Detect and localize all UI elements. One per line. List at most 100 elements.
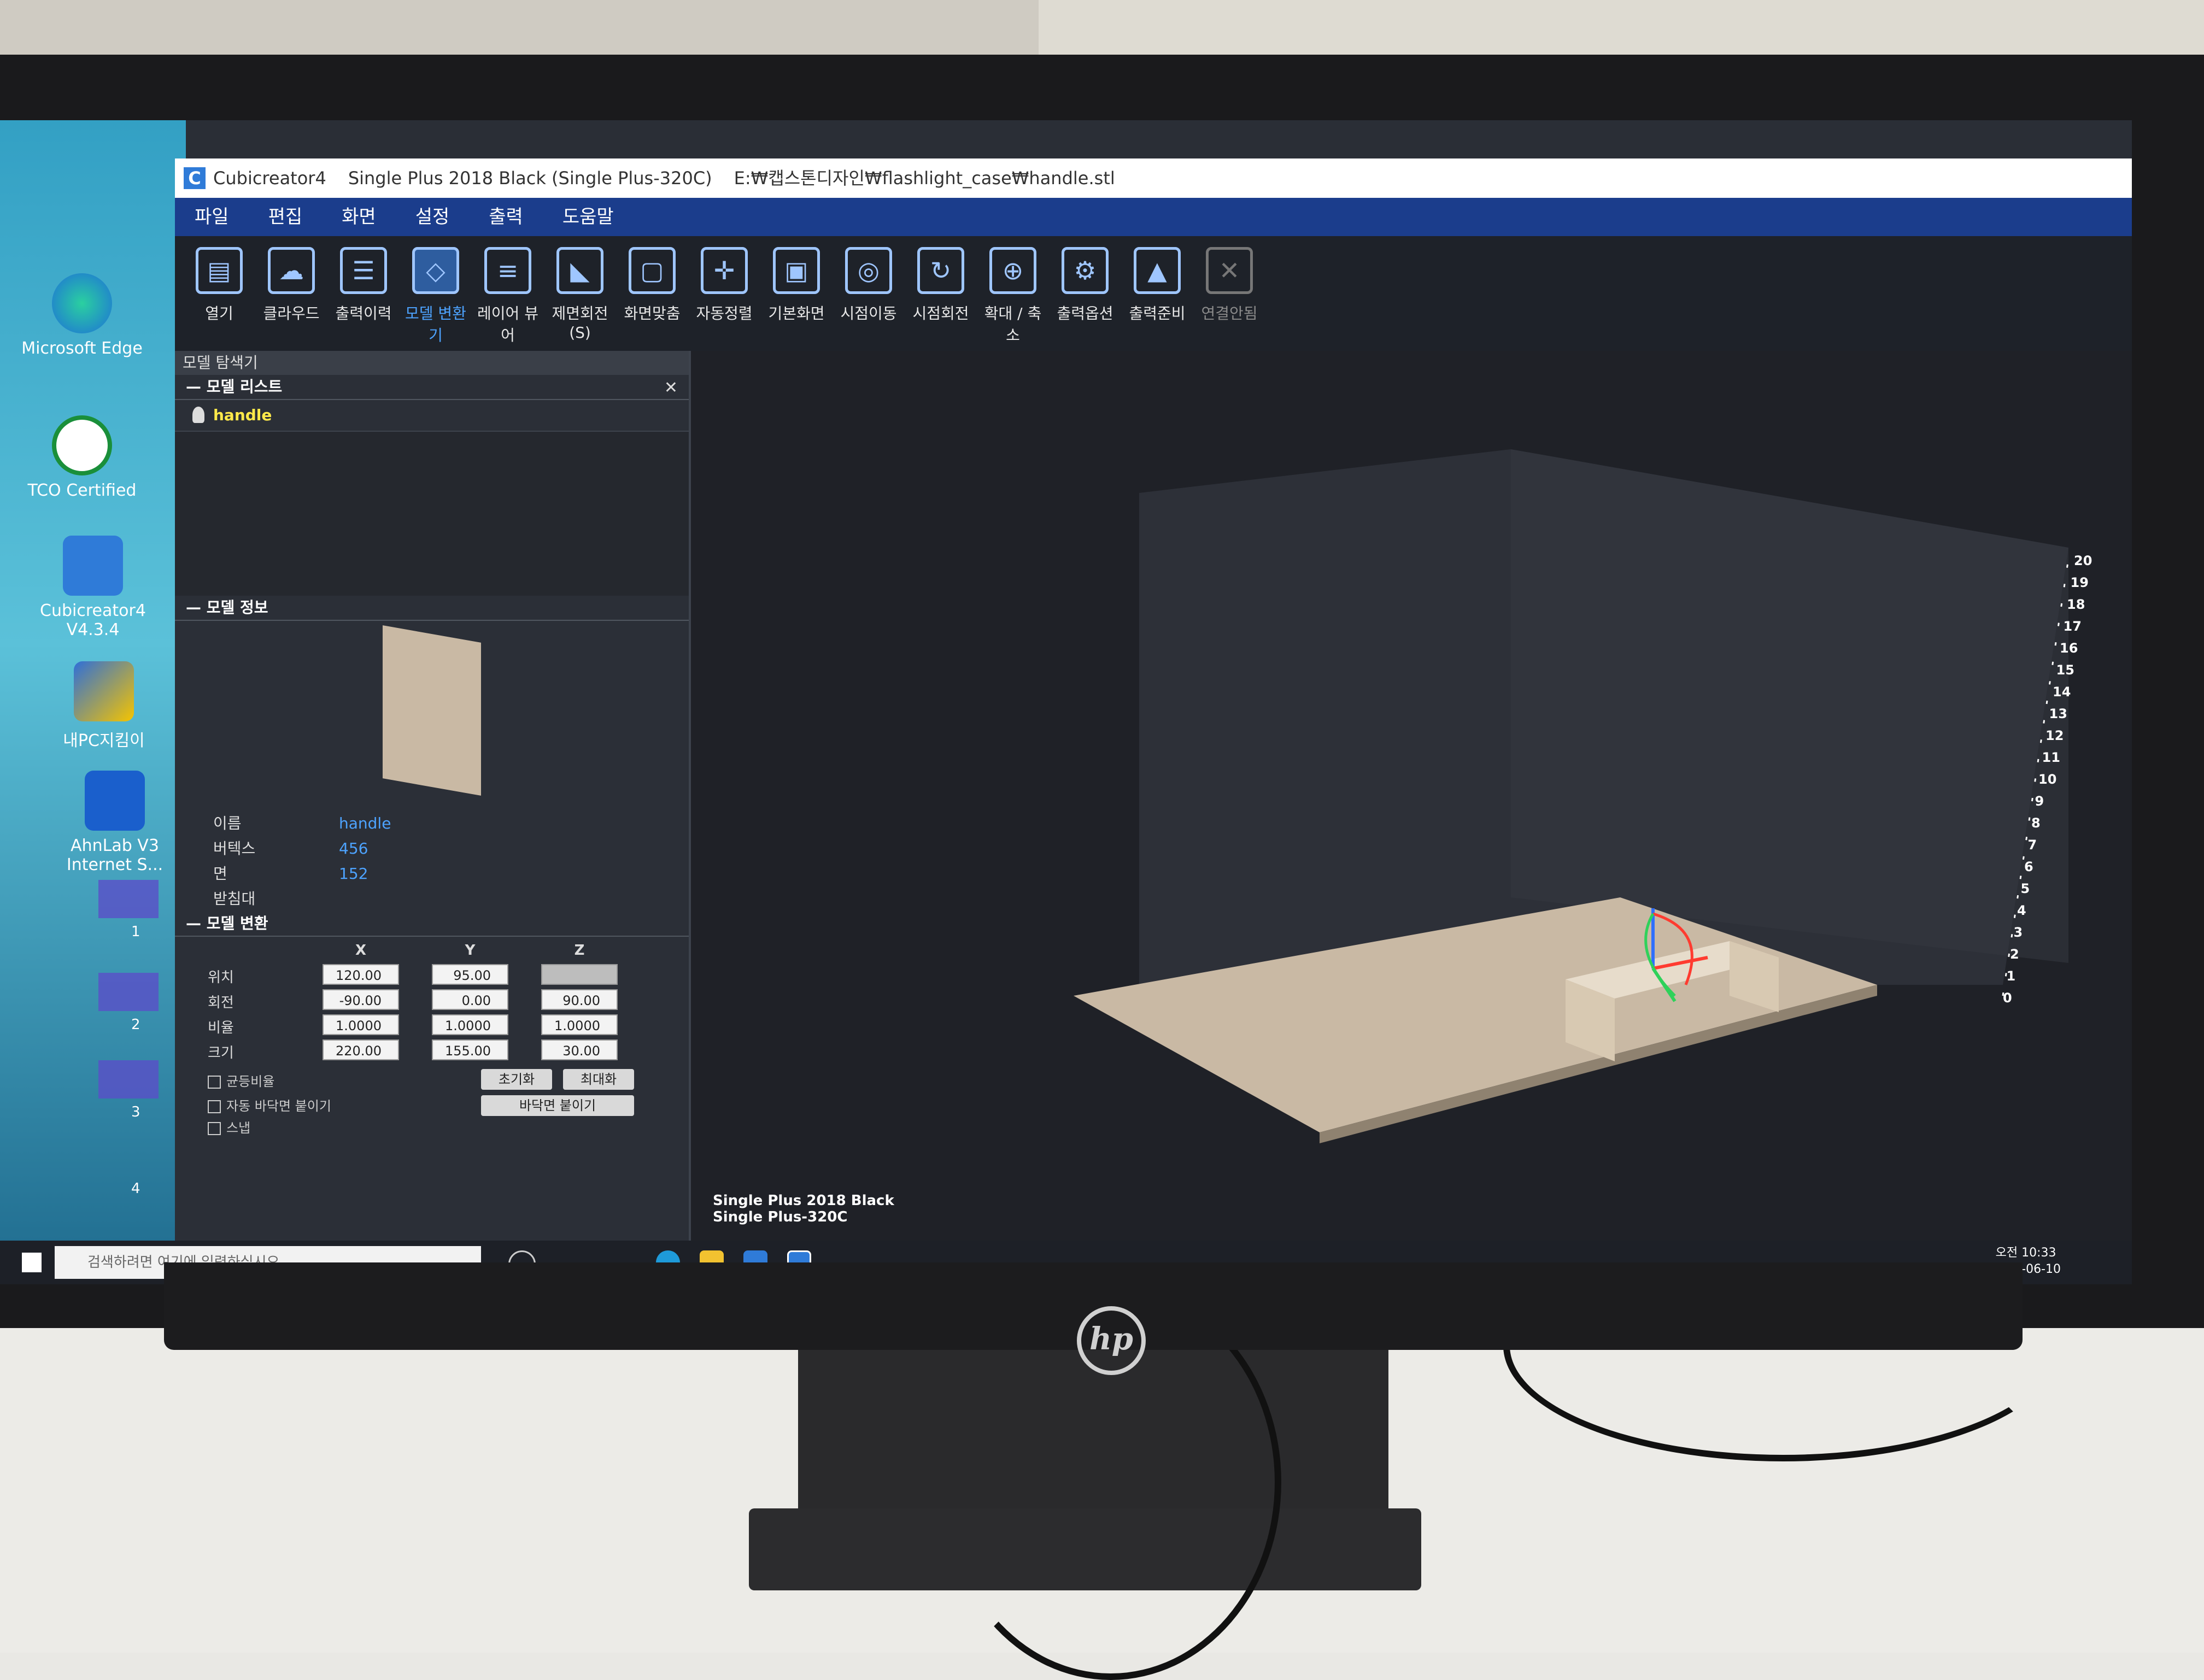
toolbar-button[interactable]: ☁ 클라우드 <box>258 247 325 324</box>
transform-spinbox[interactable]: -90.00 <box>323 989 399 1010</box>
checkbox-box <box>208 1076 221 1089</box>
menu-item[interactable]: 도움말 <box>543 198 634 236</box>
checkbox-box <box>208 1100 221 1113</box>
z-axis-tick-label: 9 <box>2035 794 2044 809</box>
z-axis-tick-label: 16 <box>2060 641 2078 656</box>
3d-viewport[interactable]: 20 19 18 17 16 15 14 13 12 11 10 9 8 7 6 5 4 3 2 1 0 Single … <box>691 351 2132 1247</box>
z-axis-tick-label: 14 <box>2053 684 2071 700</box>
transform-spinbox[interactable]: 95.00 <box>432 964 508 985</box>
disconnected-icon: ✕ <box>1206 247 1253 294</box>
z-axis-tick-label: 18 <box>2067 597 2085 612</box>
desktop-icon-cubicreator[interactable]: Cubicreator4 V4.3.4 <box>22 536 164 639</box>
cubicreator-window: C Cubicreator4 Single Plus 2018 Black (Sin… <box>175 158 2132 1284</box>
transform-spinbox[interactable]: 155.00 <box>432 1039 508 1060</box>
model-transform-header[interactable]: — 모델 변환 <box>175 912 689 937</box>
model-list-header[interactable]: — 모델 리스트 <box>175 375 689 400</box>
toolbar-button[interactable]: ◣ 제면회전 (S) <box>547 247 613 342</box>
maximize-button[interactable]: 최대화 <box>563 1069 634 1090</box>
desktop-icon-label: Microsoft Edge <box>21 339 143 358</box>
toolbar-label: 출력준비 <box>1129 304 1186 322</box>
desktop-icon-pc-guard[interactable]: 내PC지킴이 <box>33 661 175 751</box>
toolbar-label: 제면회전 (S) <box>552 304 608 342</box>
menu-item[interactable]: 편집 <box>249 198 323 236</box>
info-value: 456 <box>339 839 368 857</box>
menu-item[interactable]: 파일 <box>175 198 249 236</box>
transform-spinbox[interactable]: 30.00 <box>541 1039 618 1060</box>
checkbox-label: 균등비율 <box>226 1074 275 1089</box>
info-support-row: 받침대 <box>175 886 689 912</box>
model-preview <box>366 625 497 798</box>
info-vertex-row: 버텍스 456 <box>175 836 689 861</box>
z-axis-tick-label: 19 <box>2070 575 2089 590</box>
snap-checkbox[interactable]: 스냅 <box>208 1117 250 1136</box>
toolbar-button[interactable]: ◇ 모델 변환기 <box>402 247 469 345</box>
toolbar-button[interactable]: ▲ 출력준비 <box>1124 247 1191 324</box>
transform-spinbox[interactable]: 1.0000 <box>541 1014 618 1035</box>
toolbar-button[interactable]: ▣ 기본화면 <box>763 247 830 324</box>
transform-spinbox[interactable]: 90.00 <box>541 989 618 1010</box>
toolbar-button[interactable]: ▢ 화면맞춤 <box>619 247 685 324</box>
toolbar-button[interactable]: ⊕ 확대 / 축소 <box>980 247 1046 345</box>
thumbnail-number: 1 <box>131 924 140 940</box>
toolbar-label: 화면맞춤 <box>624 304 681 322</box>
desktop-icon-tco[interactable]: TCO Certified <box>11 415 153 500</box>
uniform-scale-checkbox[interactable]: 균등비율 <box>208 1071 274 1090</box>
attach-floor-button[interactable]: 바닥면 붙이기 <box>481 1095 634 1116</box>
transform-spinbox[interactable]: 1.0000 <box>432 1014 508 1035</box>
toolbar-button[interactable]: ◎ 시점이동 <box>835 247 902 324</box>
close-icon[interactable]: ✕ <box>664 378 678 397</box>
build-volume-side-wall <box>1511 449 2068 963</box>
toolbar-button[interactable]: ⚙ 출력옵션 <box>1052 247 1118 324</box>
windows-start-icon[interactable] <box>22 1253 42 1272</box>
toolbar-label: 모델 변환기 <box>405 304 466 344</box>
model-info-header[interactable]: — 모델 정보 <box>175 596 689 621</box>
toolbar-label: 클라우드 <box>263 304 320 322</box>
camera-rotate-icon: ↻ <box>917 247 964 294</box>
z-axis-tick-label: 11 <box>2042 750 2060 765</box>
info-name-row: 이름 handle <box>175 811 689 836</box>
z-axis-tick-label: 17 <box>2063 619 2082 634</box>
desktop-icon-edge[interactable]: Microsoft Edge <box>11 273 153 358</box>
z-axis-tick-label: 8 <box>2031 815 2041 831</box>
transform-spinbox[interactable]: 120.00 <box>323 964 399 985</box>
model-list-item[interactable]: handle <box>175 400 689 432</box>
toolbar-button[interactable]: ✛ 자동정렬 <box>691 247 758 324</box>
model-transform-title: 모델 변환 <box>206 914 268 932</box>
zoom-icon: ⊕ <box>989 247 1036 294</box>
face-rotate-icon: ◣ <box>556 247 603 294</box>
menu-item[interactable]: 화면 <box>322 198 396 236</box>
transform-icon: ◇ <box>412 247 459 294</box>
toolbar-button[interactable]: ▤ 열기 <box>186 247 253 324</box>
menu-item[interactable]: 설정 <box>396 198 470 236</box>
viewport-printer-info: Single Plus 2018 Black Single Plus-320C <box>713 1193 894 1225</box>
clock-time: 오전 10:33 <box>1995 1246 2056 1260</box>
menu-item[interactable]: 출력 <box>469 198 543 236</box>
cloud-icon: ☁ <box>268 247 315 294</box>
lightbulb-icon[interactable] <box>192 407 204 423</box>
reset-button[interactable]: 초기화 <box>481 1069 552 1090</box>
toolbar-label: 확대 / 축소 <box>984 304 1042 344</box>
toolbar-button[interactable]: ≡ 레이어 뷰어 <box>474 247 541 345</box>
z-axis-tick-label: 5 <box>2020 881 2030 896</box>
thumbnail[interactable] <box>98 1060 159 1099</box>
desktop-icon-label: TCO Certified <box>27 481 137 500</box>
model-preview-shape <box>383 625 481 796</box>
auto-floor-checkbox[interactable]: 자동 바닥면 붙이기 <box>208 1095 331 1114</box>
panel-title: 모델 탐색기 <box>175 351 689 375</box>
transform-spinbox[interactable]: 1.0000 <box>323 1014 399 1035</box>
model-info-title: 모델 정보 <box>206 598 268 616</box>
transform-spinbox[interactable]: 220.00 <box>323 1039 399 1060</box>
toolbar-button[interactable]: ↻ 시점회전 <box>907 247 974 324</box>
axis-header: X <box>355 942 367 959</box>
history-icon: ☰ <box>340 247 387 294</box>
info-value: 152 <box>339 865 368 883</box>
toolbar-button[interactable]: ☰ 출력이력 <box>330 247 397 324</box>
transform-spinbox[interactable] <box>541 964 618 985</box>
transform-spinbox[interactable]: 0.00 <box>432 989 508 1010</box>
desktop-icon-v3[interactable]: AhnLab V3 Internet S... <box>44 771 186 874</box>
checkbox-label: 스냅 <box>226 1120 251 1136</box>
thumbnail[interactable] <box>98 973 159 1011</box>
transform-row-label: 비율 <box>208 1020 234 1036</box>
toolbar-button[interactable]: ✕ 연결안됨 <box>1196 247 1263 324</box>
thumbnail[interactable] <box>98 880 159 918</box>
